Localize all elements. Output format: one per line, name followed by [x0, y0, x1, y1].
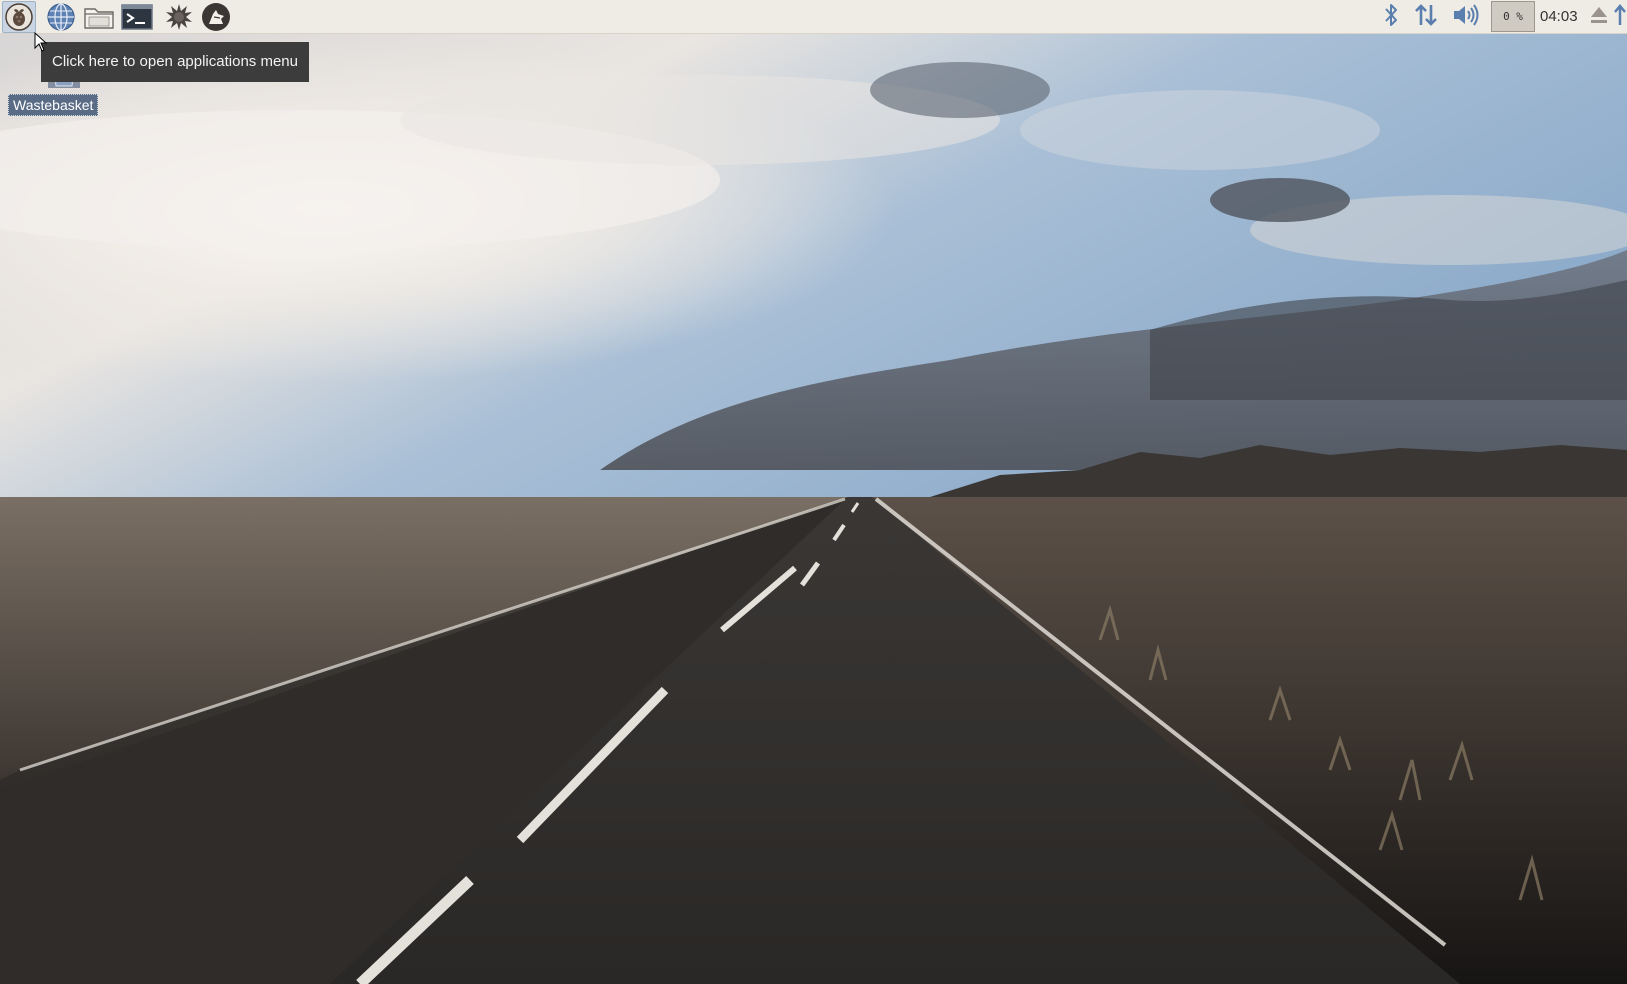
- math-kernel-button[interactable]: [162, 1, 196, 33]
- desktop-wallpaper[interactable]: [0, 0, 1627, 984]
- speaker-icon: [1452, 3, 1480, 32]
- web-browser-button[interactable]: [44, 1, 78, 33]
- network-arrows-icon: [1414, 2, 1438, 33]
- tooltip-text: Click here to open applications menu: [52, 53, 298, 70]
- globe-icon: [46, 2, 76, 32]
- terminal-icon: [121, 4, 153, 30]
- arrow-up-icon: [1613, 3, 1626, 32]
- top-panel: 0 % 04:03: [0, 0, 1627, 34]
- wolfram-button[interactable]: [199, 1, 233, 33]
- applications-menu-tooltip: Click here to open applications menu: [41, 42, 309, 82]
- terminal-button[interactable]: [120, 1, 154, 33]
- applications-menu-button[interactable]: [2, 1, 36, 33]
- update-indicator[interactable]: [1612, 0, 1627, 34]
- mouse-cursor-icon: [34, 31, 48, 57]
- clock[interactable]: 04:03: [1540, 0, 1578, 34]
- eject-icon: [1589, 4, 1609, 31]
- wolf-icon: [201, 2, 231, 32]
- file-manager-button[interactable]: [82, 1, 116, 33]
- bluetooth-button[interactable]: [1378, 0, 1404, 34]
- starburst-icon: [165, 3, 193, 31]
- cpu-usage-monitor[interactable]: 0 %: [1491, 1, 1535, 32]
- cpu-usage-text: 0 %: [1503, 10, 1523, 23]
- folder-icon: [83, 3, 115, 31]
- desktop-icon-label: Wastebasket: [8, 94, 99, 116]
- desktop-screen: 0 % 04:03 Wastebasket Click here to open…: [0, 0, 1627, 984]
- bluetooth-icon: [1383, 2, 1399, 33]
- volume-button[interactable]: [1450, 0, 1482, 34]
- eject-button[interactable]: [1588, 0, 1610, 34]
- raspberry-icon: [5, 3, 33, 31]
- network-button[interactable]: [1411, 0, 1441, 34]
